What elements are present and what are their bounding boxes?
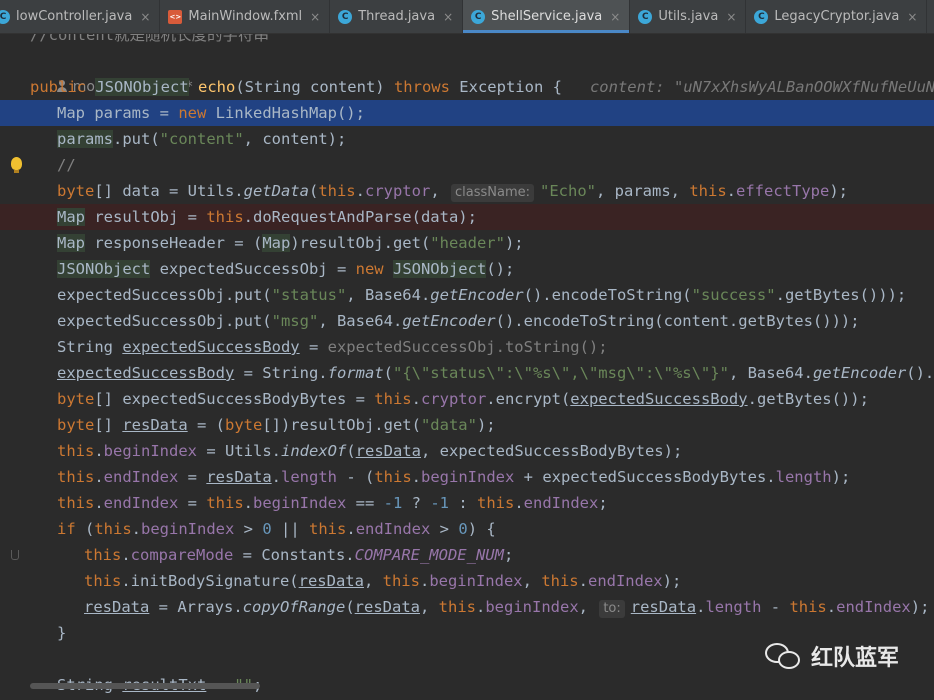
- editor-tab[interactable]: C ShellService.java ×: [463, 0, 631, 33]
- code-line: this.endIndex = resData.length - (this.b…: [57, 468, 851, 486]
- param-name-hint: to:: [599, 600, 625, 618]
- code-line: byte[] resData = (byte[])resultObj.get("…: [57, 416, 496, 434]
- code-line: //: [57, 156, 76, 174]
- tab-label: lowController.java: [16, 9, 133, 24]
- code-line: this.compareMode = Constants.COMPARE_MOD…: [84, 546, 514, 564]
- watermark: 红队蓝军: [765, 640, 899, 672]
- code-line: public JSONObject echo(String content) t…: [0, 74, 934, 100]
- comment: //content就是随机长度的字符串: [30, 34, 269, 44]
- code-line: mountcloud +2 *: [0, 48, 934, 95]
- param-name-hint: className:: [450, 184, 534, 202]
- editor-tab[interactable]: C Utils.java ×: [630, 0, 747, 33]
- code-line: Map params = new LinkedHashMap();: [0, 100, 934, 126]
- code-line: params.put("content", content);: [0, 126, 934, 173]
- inline-value-hint: content: "uN7xXhsWyALBanOOWXfNufNeUuNGf5…: [589, 78, 934, 96]
- code-line: expectedSuccessObj.put("msg", Base64.get…: [57, 312, 860, 330]
- close-icon[interactable]: ×: [310, 10, 320, 24]
- code-line: byte[] expectedSuccessBodyBytes = this.c…: [57, 390, 869, 408]
- code-line: //content就是随机长度的字符串: [0, 34, 934, 48]
- close-icon[interactable]: ×: [907, 10, 917, 24]
- java-class-icon: C: [0, 9, 10, 24]
- tab-label: LegacyCryptor.java: [774, 9, 900, 24]
- code-line: Map responseHeader = (Map)resultObj.get(…: [57, 234, 524, 252]
- java-class-icon: C: [471, 9, 486, 24]
- java-class-icon: C: [638, 9, 653, 24]
- editor-tab-bar: ClowController.java × <> MainWindow.fxml × C T…: [0, 0, 934, 34]
- tab-label: ShellService.java: [491, 9, 603, 24]
- tab-label: Thread.java: [358, 9, 436, 24]
- code-line: expectedSuccessBody = String.format("{\"…: [57, 364, 934, 382]
- code-line: if (this.beginIndex > 0 || this.endIndex…: [0, 516, 934, 560]
- java-class-icon: C: [754, 9, 769, 24]
- editor-tab[interactable]: C LegacyCryptor.java ×: [746, 0, 928, 33]
- close-icon[interactable]: ×: [610, 10, 620, 24]
- close-icon[interactable]: ×: [140, 10, 150, 24]
- code-editor[interactable]: //content就是随机长度的字符串 mountcloud +2 * publ…: [0, 34, 934, 700]
- code-line: String expectedSuccessBody = expectedSuc…: [57, 338, 608, 356]
- code-line: JSONObject expectedSuccessObj = new JSON…: [57, 260, 515, 278]
- code-line: byte[] data = Utils.getData(this.cryptor…: [57, 182, 848, 202]
- code-line: expectedSuccessObj.put("status", Base64.…: [57, 286, 907, 304]
- watermark-text: 红队蓝军: [811, 646, 900, 671]
- java-class-icon: C: [338, 9, 353, 24]
- close-icon[interactable]: ×: [443, 10, 453, 24]
- code-line: this.endIndex = this.beginIndex == -1 ? …: [57, 494, 608, 512]
- close-icon[interactable]: ×: [726, 10, 736, 24]
- fxml-file-icon: <>: [168, 9, 183, 24]
- tab-label: Utils.java: [658, 9, 719, 24]
- horizontal-scrollbar[interactable]: [30, 683, 260, 689]
- editor-tab[interactable]: ClowController.java ×: [0, 0, 161, 33]
- code-line: this.initBodySignature(resData, this.beg…: [84, 572, 682, 590]
- editor-tab[interactable]: CMain.java×: [927, 0, 934, 33]
- code-line: resData = Arrays.copyOfRange(resData, th…: [84, 598, 930, 618]
- editor-tab[interactable]: <> MainWindow.fxml ×: [160, 0, 331, 33]
- editor-tab[interactable]: C Thread.java ×: [330, 0, 464, 33]
- code-line: this.beginIndex = Utils.indexOf(resData,…: [57, 442, 683, 460]
- tab-label: MainWindow.fxml: [188, 9, 303, 24]
- code-line: Map resultObj = this.doRequestAndParse(d…: [0, 204, 934, 230]
- wechat-icon: [765, 641, 803, 671]
